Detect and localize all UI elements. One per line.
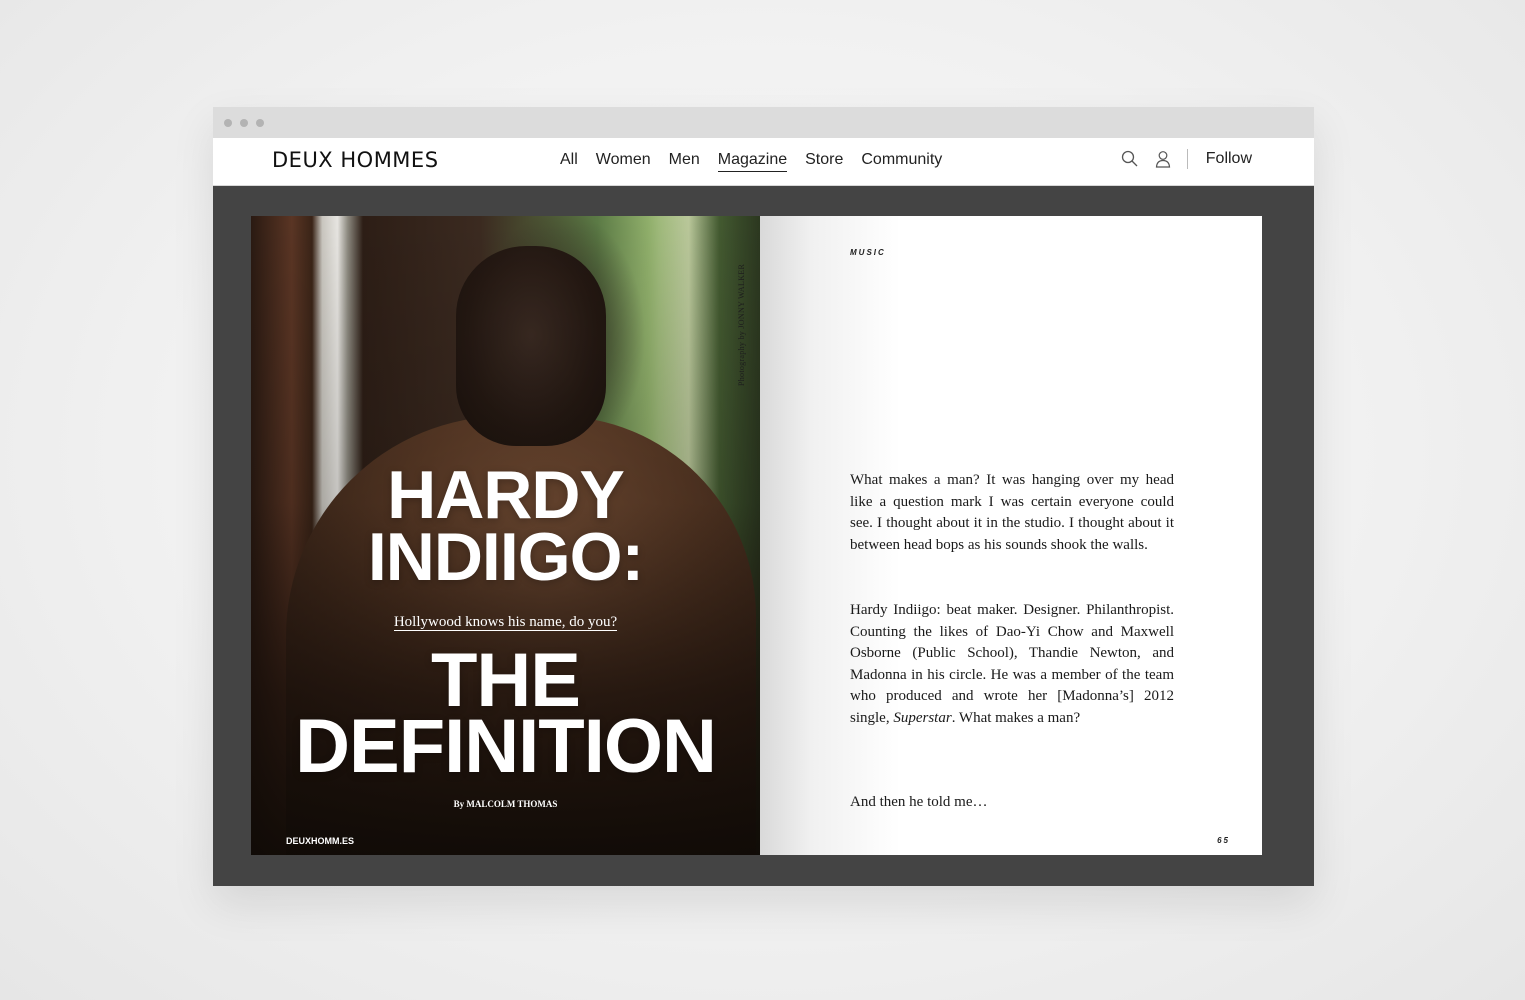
search-icon[interactable] [1120, 149, 1140, 169]
headline-bottom: THE DEFINITION [251, 643, 760, 789]
byline: By MALCOLM THOMAS [453, 799, 558, 809]
site-url: DEUXHOMM.ES [286, 836, 355, 846]
follow-button[interactable]: Follow [1206, 150, 1252, 168]
paragraph-1: What makes a man? It was hanging over my… [850, 472, 1174, 553]
site-logo[interactable]: DEUX HOMMES [272, 148, 439, 172]
section-label: MUSIC [850, 248, 886, 257]
menu-item-women[interactable]: Women [596, 151, 651, 172]
headline-line: DEFINITION [295, 704, 717, 789]
window-minimize-dot[interactable] [240, 119, 248, 127]
window-titlebar [213, 107, 1314, 138]
menu-item-men[interactable]: Men [669, 151, 700, 172]
magazine-spread: Photography by JONNY WALKER HARDY INDIIG… [251, 216, 1262, 855]
menu-item-magazine[interactable]: Magazine [717, 151, 788, 172]
headline-line: INDIIGO: [367, 519, 644, 595]
cover-page: Photography by JONNY WALKER HARDY INDIIG… [251, 216, 760, 855]
window-close-dot[interactable] [224, 119, 232, 127]
photo-credit: Photography by JONNY WALKER [737, 263, 746, 386]
paragraph-2-end: . What makes a man? [951, 709, 1081, 726]
paragraph-3: And then he told me… [850, 794, 988, 810]
dek-text[interactable]: Hollywood knows his name, do you? [393, 614, 618, 631]
article-page: MUSIC What makes a man? It was hanging o… [760, 216, 1262, 855]
main-menu: All Women Men Magazine Store Community [560, 151, 960, 172]
headline-top: HARDY INDIIGO: [251, 457, 760, 595]
article-dek: Hollywood knows his name, do you? [251, 614, 760, 631]
header-divider [1186, 149, 1188, 169]
user-icon[interactable] [1153, 149, 1173, 169]
menu-item-all[interactable]: All [560, 151, 578, 172]
page-number: 65 [1217, 836, 1230, 845]
menu-item-community[interactable]: Community [861, 151, 942, 172]
menu-item-store[interactable]: Store [805, 151, 843, 172]
browser-window: DEUX HOMMES All Women Men Magazine Store… [213, 107, 1314, 886]
window-maximize-dot[interactable] [256, 119, 264, 127]
paragraph-2-text: Hardy Indiigo: beat maker. Designer. Phi… [850, 602, 1174, 726]
header-actions: Follow [1107, 149, 1252, 169]
site-header: DEUX HOMMES All Women Men Magazine Store… [213, 138, 1314, 186]
paragraph-2: Hardy Indiigo: beat maker. Designer. Phi… [850, 600, 1174, 729]
song-title: Superstar [893, 709, 952, 726]
headline-line: HARDY [387, 457, 625, 533]
